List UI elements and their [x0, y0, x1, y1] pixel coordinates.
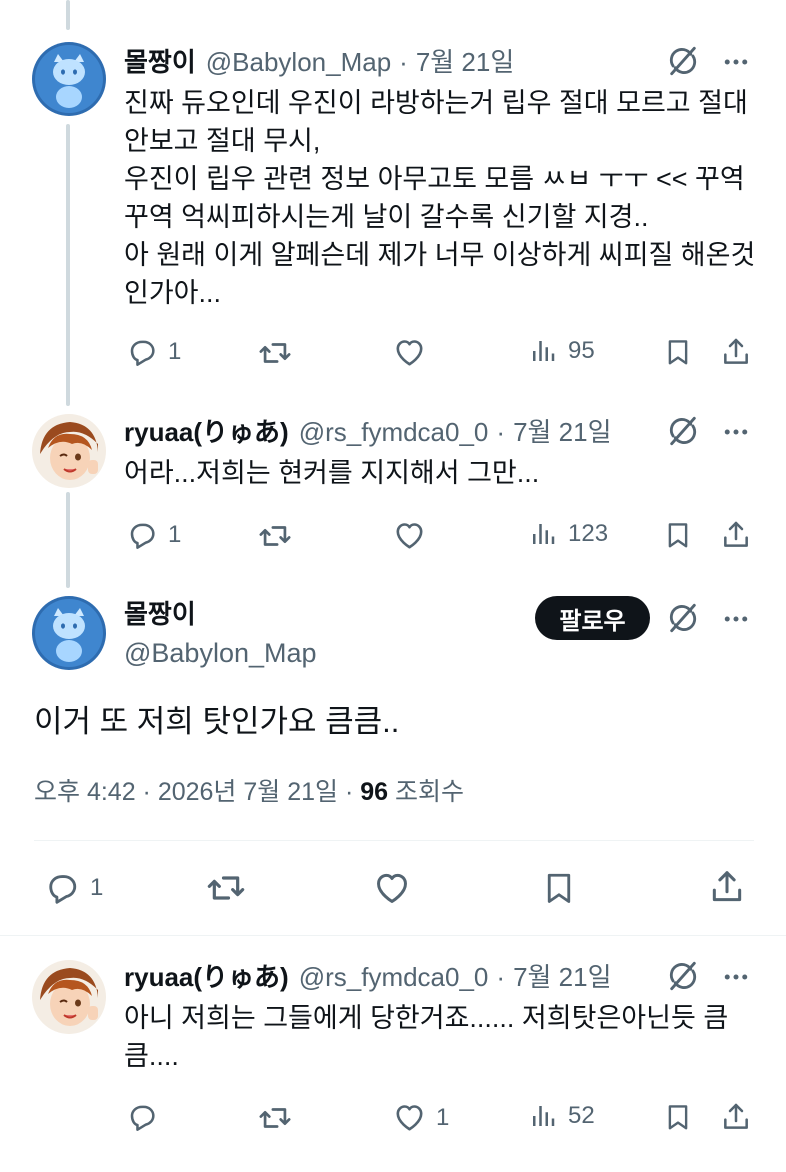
- tweet-text: 어라...저희는 현커를 지지해서 그만...: [124, 458, 540, 488]
- reply-count: 1: [90, 874, 104, 901]
- share-icon: [708, 868, 746, 906]
- grok-icon[interactable]: [666, 414, 700, 448]
- author-handle[interactable]: @rs_fymdca0_0: [299, 416, 489, 448]
- retweet-icon: [206, 868, 246, 908]
- tweet-text: 진짜 듀오인데 우진이 라방하는거 립우 절대 모르고 절대 안보고 절대 무시…: [124, 88, 756, 308]
- views-icon: [528, 1101, 558, 1131]
- share-button[interactable]: [720, 336, 752, 368]
- bookmark-icon: [663, 1101, 693, 1133]
- bookmark-button[interactable]: [541, 869, 577, 907]
- avatar[interactable]: [32, 596, 106, 670]
- like-count: 1: [436, 1103, 450, 1131]
- bookmark-button[interactable]: [663, 336, 693, 368]
- bookmark-icon: [541, 869, 577, 907]
- follow-button[interactable]: 팔로우: [535, 596, 650, 640]
- tweet-meta: 오후 4:42 · 2026년 7월 21일 · 96 조회수: [34, 776, 464, 808]
- views-button[interactable]: 123: [528, 519, 608, 549]
- like-icon: [373, 869, 411, 907]
- reply-icon: [44, 870, 80, 906]
- author-handle[interactable]: @Babylon_Map: [124, 636, 317, 670]
- retweet-icon: [258, 336, 292, 370]
- grok-icon[interactable]: [666, 601, 700, 635]
- retweet-button[interactable]: [258, 519, 292, 553]
- tweet-timestamp[interactable]: 오후 4:42 · 2026년 7월 21일 ·: [34, 778, 360, 806]
- share-button[interactable]: [720, 1101, 752, 1133]
- reply-button[interactable]: 1: [126, 336, 181, 368]
- views-icon: [528, 336, 558, 366]
- like-button[interactable]: [393, 336, 426, 369]
- tweet-text: 아니 저희는 그들에게 당한거죠...... 저희탓은아닌듯 큼 큼....: [124, 1003, 729, 1071]
- like-button[interactable]: [373, 869, 411, 907]
- more-icon[interactable]: [721, 417, 751, 447]
- separator-dot: ·: [399, 47, 408, 77]
- thread-line: [66, 0, 70, 30]
- thread-line: [66, 124, 70, 406]
- tweet-date[interactable]: 7월 21일: [513, 416, 611, 448]
- views-count: 52: [568, 1102, 595, 1129]
- tweet-text: 이거 또 저희 탓인가요 큼큼..: [34, 704, 400, 739]
- avatar[interactable]: [32, 960, 106, 1034]
- reply-icon: [126, 336, 158, 368]
- tweet-date[interactable]: 7월 21일: [416, 46, 514, 78]
- share-icon: [720, 336, 752, 368]
- separator-dot: ·: [496, 962, 506, 992]
- share-icon: [720, 1101, 752, 1133]
- like-button[interactable]: 1: [393, 1101, 449, 1134]
- retweet-button[interactable]: [258, 336, 292, 370]
- share-icon: [720, 519, 752, 551]
- grok-icon[interactable]: [666, 44, 700, 78]
- divider: [34, 840, 754, 841]
- reply-icon: [126, 1101, 158, 1133]
- retweet-icon: [258, 1101, 292, 1135]
- reply-button[interactable]: 1: [44, 870, 103, 906]
- views-count: 96: [360, 778, 389, 806]
- views-button[interactable]: 95: [528, 336, 595, 366]
- reply-button[interactable]: [126, 1101, 158, 1133]
- bookmark-icon: [663, 336, 693, 368]
- reply-count: 1: [168, 521, 182, 548]
- grok-icon[interactable]: [666, 959, 700, 993]
- like-icon: [393, 519, 426, 552]
- avatar[interactable]: [32, 42, 106, 116]
- share-button[interactable]: [720, 519, 752, 551]
- reply-count: 1: [168, 338, 182, 365]
- reply-button[interactable]: 1: [126, 519, 181, 551]
- views-count: 123: [568, 520, 609, 547]
- share-button[interactable]: [708, 868, 746, 906]
- more-icon[interactable]: [721, 962, 751, 992]
- author-name[interactable]: ryuaa(りゅあ): [124, 416, 289, 448]
- like-icon: [393, 1101, 426, 1134]
- retweet-button[interactable]: [206, 868, 246, 908]
- thread-line: [66, 492, 70, 588]
- avatar[interactable]: [32, 414, 106, 488]
- bookmark-button[interactable]: [663, 1101, 693, 1133]
- author-handle[interactable]: @rs_fymdca0_0: [299, 961, 489, 993]
- reply-icon: [126, 519, 158, 551]
- views-icon: [528, 519, 558, 549]
- author-name[interactable]: ryuaa(りゅあ): [124, 961, 289, 993]
- retweet-button[interactable]: [258, 1101, 292, 1135]
- like-icon: [393, 336, 426, 369]
- author-handle[interactable]: @Babylon_Map: [206, 46, 391, 78]
- views-count: 95: [568, 337, 595, 364]
- views-button[interactable]: 52: [528, 1101, 595, 1131]
- author-name[interactable]: 몰짱이: [124, 598, 196, 630]
- retweet-icon: [258, 519, 292, 553]
- views-label: 조회수: [388, 778, 465, 806]
- like-button[interactable]: [393, 519, 426, 552]
- bookmark-icon: [663, 519, 693, 551]
- bookmark-button[interactable]: [663, 519, 693, 551]
- more-icon[interactable]: [721, 47, 751, 77]
- separator-dot: ·: [496, 417, 506, 447]
- tweet-date[interactable]: 7월 21일: [513, 961, 611, 993]
- author-name[interactable]: 몰짱이: [124, 46, 196, 78]
- divider: [0, 935, 786, 936]
- more-icon[interactable]: [721, 604, 751, 634]
